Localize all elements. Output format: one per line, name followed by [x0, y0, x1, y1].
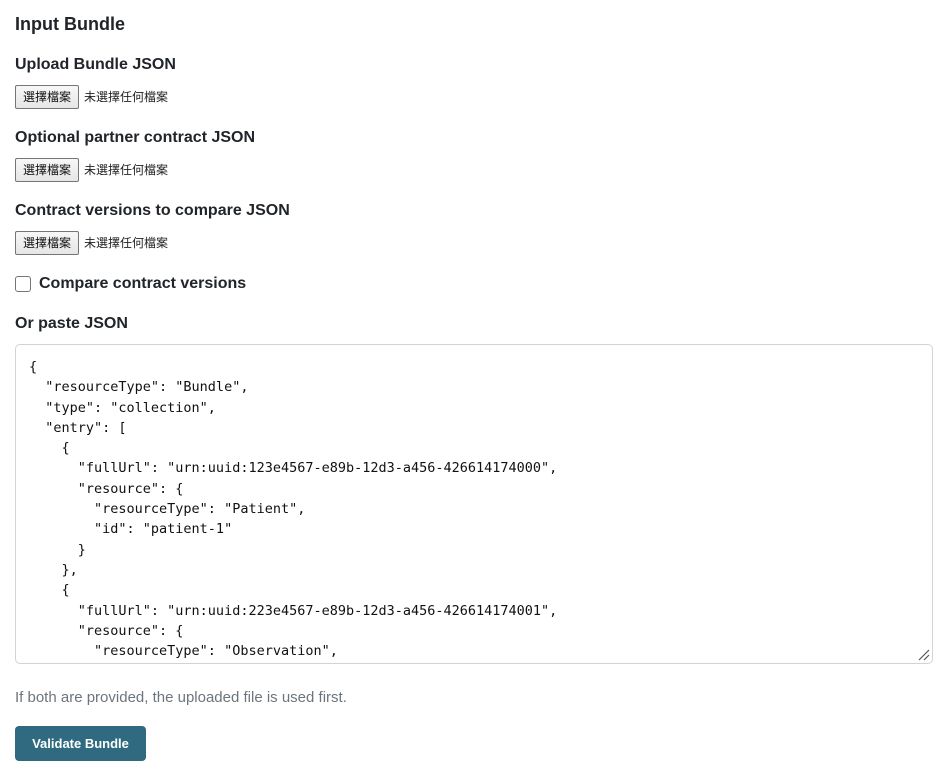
- compare-versions-row[interactable]: Compare contract versions: [15, 274, 246, 294]
- compare-versions-checkbox[interactable]: [15, 276, 31, 292]
- paste-json-label: Or paste JSON: [15, 315, 128, 332]
- help-text: If both are provided, the uploaded file …: [15, 689, 347, 706]
- contract-versions-choose-file-button[interactable]: 選擇檔案: [15, 231, 80, 255]
- partner-contract-choose-file-button[interactable]: 選擇檔案: [15, 158, 80, 182]
- section-title: Input Bundle: [15, 14, 125, 34]
- compare-versions-label[interactable]: Compare contract versions: [39, 274, 246, 294]
- resize-grip-icon[interactable]: [916, 647, 930, 661]
- paste-json-content[interactable]: { "resourceType": "Bundle", "type": "col…: [16, 345, 932, 661]
- contract-versions-file-input[interactable]: 選擇檔案 未選擇任何檔案: [15, 231, 168, 255]
- upload-bundle-file-status: 未選擇任何檔案: [84, 90, 169, 104]
- contract-versions-label: Contract versions to compare JSON: [15, 202, 290, 219]
- partner-contract-file-status: 未選擇任何檔案: [84, 163, 169, 177]
- paste-json-textarea[interactable]: { "resourceType": "Bundle", "type": "col…: [15, 344, 933, 664]
- upload-bundle-choose-file-button[interactable]: 選擇檔案: [15, 85, 80, 109]
- upload-bundle-label: Upload Bundle JSON: [15, 56, 176, 73]
- upload-bundle-file-input[interactable]: 選擇檔案 未選擇任何檔案: [15, 85, 168, 109]
- partner-contract-label: Optional partner contract JSON: [15, 129, 256, 146]
- partner-contract-file-input[interactable]: 選擇檔案 未選擇任何檔案: [15, 158, 168, 182]
- validate-bundle-button[interactable]: Validate Bundle: [15, 726, 146, 761]
- contract-versions-file-status: 未選擇任何檔案: [84, 236, 169, 250]
